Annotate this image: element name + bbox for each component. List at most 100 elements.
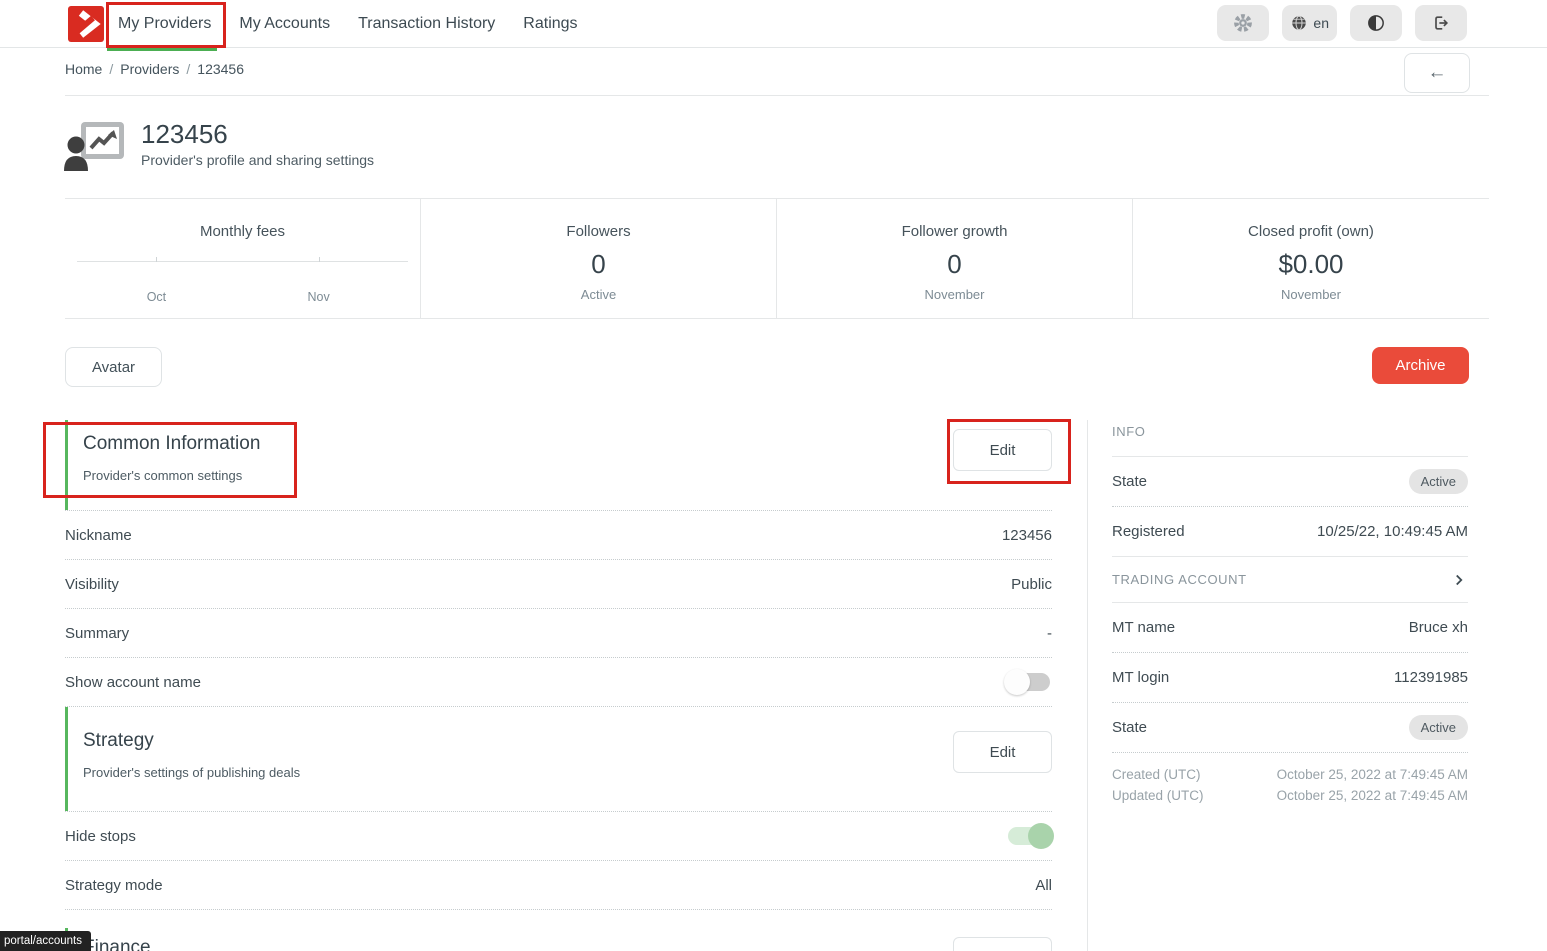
stat-value: $0.00 [1133,249,1489,280]
theme-contrast-button[interactable] [1350,5,1402,41]
nav-tab-transaction-history[interactable]: Transaction History [358,9,495,39]
breadcrumb-home[interactable]: Home [65,61,102,77]
trading-account-title: TRADING ACCOUNT [1112,572,1247,587]
row-summary: Summary - [65,609,1052,658]
back-button[interactable]: ← [1404,53,1470,93]
row-visibility: Visibility Public [65,560,1052,609]
globe-icon [1290,14,1308,32]
row-value: 10/25/22, 10:49:45 AM [1317,523,1468,540]
info-sidebar: INFO State Active Registered 10/25/22, 1… [1112,420,1468,803]
created-updated-block: Created (UTC) October 25, 2022 at 7:49:4… [1112,753,1468,803]
stat-caption: Active [421,287,776,302]
row-value: All [1035,877,1052,894]
finance-section-header: Finance Edit [65,928,1052,951]
stat-caption: November [1133,287,1489,302]
nav-tab-my-accounts[interactable]: My Accounts [239,9,330,39]
sidebar-row-state-2: State Active [1112,703,1468,753]
brand-logo-icon[interactable] [68,6,104,42]
breadcrumb-separator: / [186,61,190,77]
breadcrumb-separator: / [109,61,113,77]
vertical-divider [1087,420,1088,951]
row-label: Show account name [65,674,201,691]
row-label: State [1112,473,1147,490]
section-title: Common Information [83,420,1052,455]
sidebar-row-registered: Registered 10/25/22, 10:49:45 AM [1112,507,1468,557]
row-value: Bruce xh [1409,619,1468,636]
axis-tick-label: Nov [308,290,330,304]
toggle-knob [1004,669,1030,695]
row-show-account-name: Show account name [65,658,1052,707]
hide-stops-toggle[interactable] [1008,827,1050,845]
stat-monthly-fees: Monthly fees Oct Nov [65,199,421,318]
main-content: Common Information Provider's common set… [65,420,1052,951]
breadcrumb-providers[interactable]: Providers [120,61,179,77]
provider-profile-page: My Providers My Accounts Transaction His… [0,0,1547,951]
sidebar-row-state: State Active [1112,457,1468,507]
axis-tick-label: Oct [147,290,166,304]
logout-icon [1431,13,1451,33]
contrast-half-circle-icon [1366,13,1386,33]
archive-button[interactable]: Archive [1372,347,1469,384]
section-subtitle: Provider's settings of publishing deals [83,752,1052,780]
row-label: Hide stops [65,828,136,845]
section-title: Finance [83,928,1052,951]
top-navbar: My Providers My Accounts Transaction His… [0,0,1547,48]
updated-label: Updated (UTC) [1112,788,1204,803]
stat-title: Followers [421,223,776,240]
row-strategy-mode: Strategy mode All [65,861,1052,910]
page-subtitle: Provider's profile and sharing settings [141,152,374,168]
strategy-edit-button[interactable]: Edit [953,731,1052,773]
provider-avatar-icon [64,121,126,173]
row-label: Nickname [65,527,132,544]
stat-title: Follower growth [777,223,1132,240]
settings-button[interactable] [1217,5,1269,41]
logout-button[interactable] [1415,5,1467,41]
stat-title: Closed profit (own) [1133,223,1489,240]
row-value: - [1047,625,1052,642]
back-arrow-icon: ← [1428,62,1447,84]
stat-follower-growth: Follower growth 0 November [777,199,1133,318]
section-title: Strategy [83,707,1052,752]
row-label: State [1112,719,1147,736]
stats-strip: Monthly fees Oct Nov Followers 0 Active … [65,198,1489,319]
language-button[interactable]: en [1282,5,1337,41]
row-value: 112391985 [1394,669,1468,686]
axis-tick [319,257,320,262]
row-label: Strategy mode [65,877,163,894]
status-badge: Active [1409,469,1468,494]
avatar-button[interactable]: Avatar [65,347,162,387]
info-section-title: INFO [1112,420,1468,457]
common-information-rows: Nickname 123456 Visibility Public Summar… [65,510,1052,707]
show-account-name-toggle[interactable] [1008,673,1050,691]
axis-tick [156,257,157,262]
stat-value: 0 [777,249,1132,280]
row-label: Registered [1112,523,1185,540]
gear-icon [1232,12,1254,34]
breadcrumb-current: 123456 [197,61,244,77]
navbar-action-buttons: en [1217,5,1467,41]
common-edit-button[interactable]: Edit [953,429,1052,471]
stat-title: Monthly fees [65,223,420,240]
stat-value: 0 [421,249,776,280]
language-code: en [1313,15,1329,31]
breadcrumb: Home / Providers / 123456 [65,61,244,77]
section-subtitle: Provider's common settings [83,455,1052,483]
updated-value: October 25, 2022 at 7:49:45 AM [1204,788,1468,803]
row-label: Summary [65,625,129,642]
chevron-right-icon [1450,571,1468,589]
finance-edit-button[interactable]: Edit [953,937,1052,951]
divider [65,95,1489,96]
sidebar-row-mt-login: MT login 112391985 [1112,653,1468,703]
sidebar-row-mt-name: MT name Bruce xh [1112,603,1468,653]
nav-tab-ratings[interactable]: Ratings [523,9,577,39]
row-nickname: Nickname 123456 [65,511,1052,560]
row-hide-stops: Hide stops [65,812,1052,861]
strategy-rows: Hide stops Strategy mode All [65,811,1052,910]
row-label: Visibility [65,576,119,593]
created-label: Created (UTC) [1112,767,1204,782]
row-label: MT name [1112,619,1175,636]
nav-tab-my-providers[interactable]: My Providers [118,9,211,39]
common-information-section-header: Common Information Provider's common set… [65,420,1052,510]
stat-caption: November [777,287,1132,302]
trading-account-expander[interactable]: TRADING ACCOUNT [1112,557,1468,603]
